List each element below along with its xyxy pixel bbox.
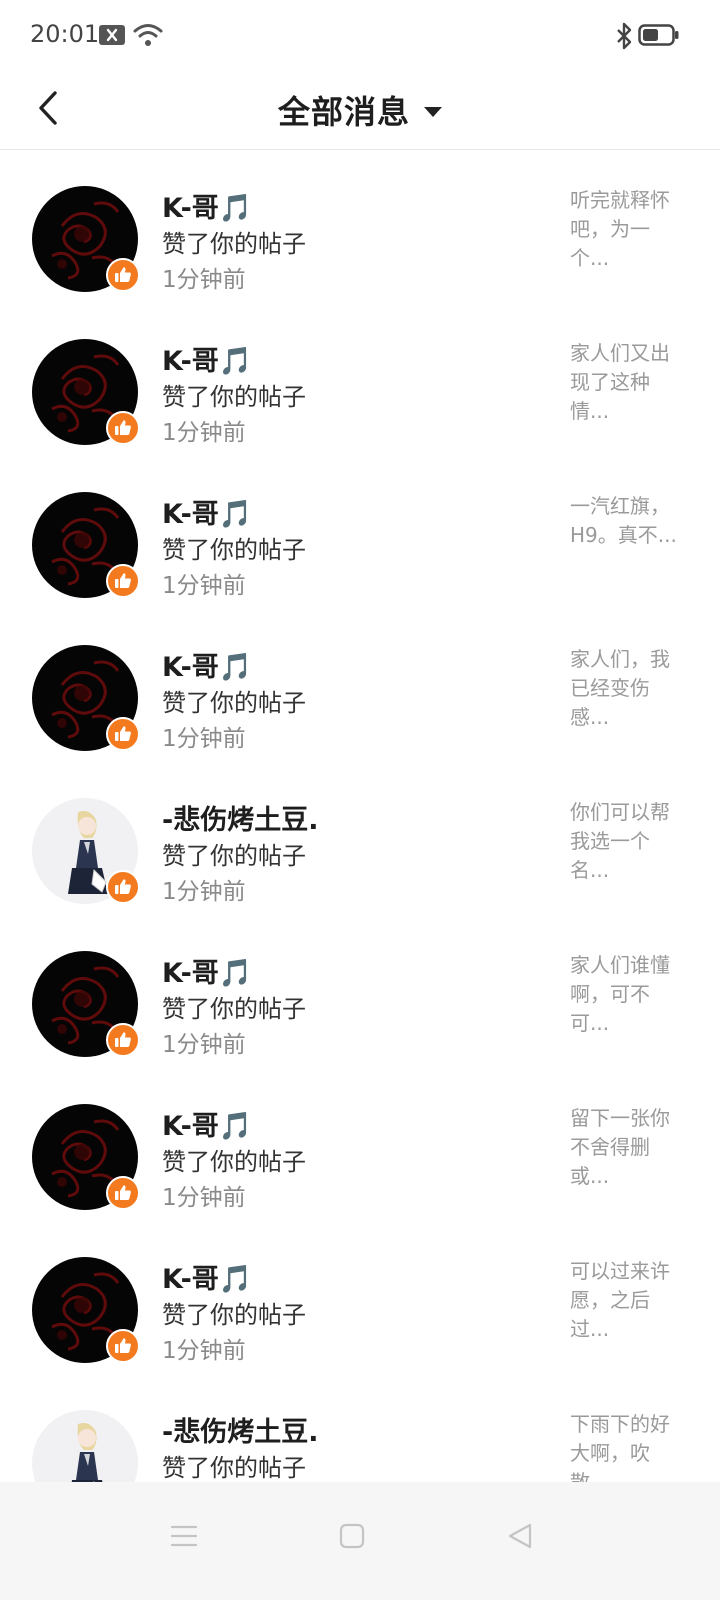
sender-name[interactable]: K-哥🎵 [162, 186, 252, 225]
notification-x-icon [98, 24, 126, 50]
post-preview[interactable]: 家人们谁懂啊，可不可... [570, 951, 680, 1038]
system-nav-bar [0, 1482, 720, 1600]
action-text: 赞了你的帖子 [162, 995, 306, 1023]
back-nav-button[interactable] [490, 1508, 550, 1568]
post-preview[interactable]: 一汽红旗，H9。真不... [570, 492, 680, 550]
back-triangle-icon [507, 1522, 533, 1554]
sender-name[interactable]: K-哥🎵 [162, 645, 252, 684]
message-list[interactable]: K-哥🎵 赞了你的帖子 1分钟前 听完就释怀吧，为一个... K-哥🎵 赞了你的… [0, 150, 720, 1510]
timestamp: 1分钟前 [162, 573, 246, 599]
post-preview[interactable]: 留下一张你不舍得删或... [570, 1104, 680, 1191]
timestamp: 1分钟前 [162, 267, 246, 293]
home-button[interactable] [322, 1508, 382, 1568]
message-row[interactable]: K-哥🎵 赞了你的帖子 1分钟前 听完就释怀吧，为一个... [0, 150, 720, 303]
thumbs-up-icon [106, 1023, 140, 1057]
avatar[interactable] [32, 1104, 140, 1210]
action-text: 赞了你的帖子 [162, 1301, 306, 1329]
avatar[interactable] [32, 1257, 140, 1363]
message-row[interactable]: -悲伤烤土豆. 赞了你的帖子 1分钟前 你们可以帮我选一个名... [0, 762, 720, 915]
avatar[interactable] [32, 951, 140, 1057]
sender-name[interactable]: K-哥🎵 [162, 1257, 252, 1296]
action-text: 赞了你的帖子 [162, 536, 306, 564]
sender-name[interactable]: K-哥🎵 [162, 1104, 252, 1143]
status-bar: 20:01 [0, 0, 720, 70]
timestamp: 1分钟前 [162, 420, 246, 446]
message-row[interactable]: K-哥🎵 赞了你的帖子 1分钟前 留下一张你不舍得删或... [0, 1068, 720, 1221]
action-text: 赞了你的帖子 [162, 230, 306, 258]
message-row[interactable]: K-哥🎵 赞了你的帖子 1分钟前 家人们谁懂啊，可不可... [0, 915, 720, 1068]
battery-icon [638, 24, 680, 50]
message-row[interactable]: K-哥🎵 赞了你的帖子 1分钟前 家人们又出现了这种情... [0, 303, 720, 456]
avatar[interactable] [32, 645, 140, 751]
home-square-icon [339, 1523, 365, 1553]
post-preview[interactable]: 你们可以帮我选一个名... [570, 798, 680, 885]
action-text: 赞了你的帖子 [162, 1454, 306, 1482]
post-preview[interactable]: 可以过来许愿，之后过... [570, 1257, 680, 1344]
message-filter-dropdown[interactable]: 全部消息 [0, 82, 720, 138]
menu-icon [170, 1524, 198, 1552]
thumbs-up-icon [106, 717, 140, 751]
sender-name[interactable]: -悲伤烤土豆. [162, 1410, 318, 1449]
avatar[interactable] [32, 492, 140, 598]
post-preview[interactable]: 听完就释怀吧，为一个... [570, 186, 680, 273]
avatar[interactable] [32, 339, 140, 445]
sender-name[interactable]: K-哥🎵 [162, 492, 252, 531]
timestamp: 1分钟前 [162, 1185, 246, 1211]
timestamp: 1分钟前 [162, 726, 246, 752]
action-text: 赞了你的帖子 [162, 842, 306, 870]
post-preview[interactable]: 家人们，我已经变伤感... [570, 645, 680, 732]
bluetooth-icon [614, 22, 634, 54]
timestamp: 1分钟前 [162, 1032, 246, 1058]
thumbs-up-icon [106, 564, 140, 598]
message-row[interactable]: K-哥🎵 赞了你的帖子 1分钟前 一汽红旗，H9。真不... [0, 456, 720, 609]
action-text: 赞了你的帖子 [162, 1148, 306, 1176]
thumbs-up-icon [106, 1329, 140, 1363]
thumbs-up-icon [106, 258, 140, 292]
avatar[interactable] [32, 798, 140, 904]
sender-name[interactable]: K-哥🎵 [162, 951, 252, 990]
status-time: 20:01 [30, 20, 100, 48]
action-text: 赞了你的帖子 [162, 689, 306, 717]
avatar[interactable] [32, 186, 140, 292]
menu-button[interactable] [154, 1508, 214, 1568]
post-preview[interactable]: 家人们又出现了这种情... [570, 339, 680, 426]
sender-name[interactable]: -悲伤烤土豆. [162, 798, 318, 837]
thumbs-up-icon [106, 870, 140, 904]
caret-down-icon [424, 107, 442, 117]
header: 全部消息 [0, 70, 720, 150]
message-row[interactable]: K-哥🎵 赞了你的帖子 1分钟前 家人们，我已经变伤感... [0, 609, 720, 762]
thumbs-up-icon [106, 411, 140, 445]
message-row[interactable]: K-哥🎵 赞了你的帖子 1分钟前 可以过来许愿，之后过... [0, 1221, 720, 1374]
sender-name[interactable]: K-哥🎵 [162, 339, 252, 378]
timestamp: 1分钟前 [162, 879, 246, 905]
wifi-icon [133, 22, 163, 52]
action-text: 赞了你的帖子 [162, 383, 306, 411]
timestamp: 1分钟前 [162, 1338, 246, 1364]
thumbs-up-icon [106, 1176, 140, 1210]
page-title: 全部消息 [277, 93, 410, 131]
